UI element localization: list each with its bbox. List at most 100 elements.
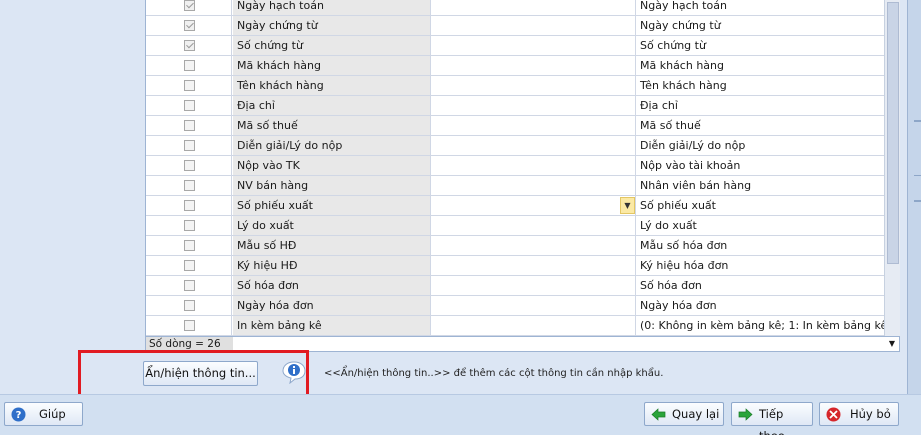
mapped-column-cell[interactable] <box>432 256 636 275</box>
row-checkbox[interactable] <box>184 100 195 111</box>
column-description-cell: Số phiếu xuất <box>637 196 886 215</box>
mapped-column-cell[interactable] <box>432 76 636 95</box>
row-checkbox-cell[interactable] <box>146 236 232 255</box>
row-checkbox-cell[interactable] <box>146 0 232 15</box>
row-checkbox[interactable] <box>184 0 195 11</box>
cancel-icon <box>826 407 841 422</box>
table-row[interactable]: Ngày hóa đơn Ngày hóa đơn <box>146 296 886 316</box>
row-checkbox[interactable] <box>184 160 195 171</box>
row-checkbox[interactable] <box>184 320 195 331</box>
row-checkbox-cell[interactable] <box>146 216 232 235</box>
column-name-cell: NV bán hàng <box>233 176 431 195</box>
column-name-cell: Số chứng từ <box>233 36 431 55</box>
table-row[interactable]: Số chứng từ Số chứng từ <box>146 36 886 56</box>
table-row[interactable]: Ký hiệu HĐ Ký hiệu hóa đơn <box>146 256 886 276</box>
column-description-cell: Ký hiệu hóa đơn <box>637 256 886 275</box>
mapped-column-cell[interactable] <box>432 276 636 295</box>
column-name-cell: Mã khách hàng <box>233 56 431 75</box>
table-row[interactable]: Lý do xuất Lý do xuất <box>146 216 886 236</box>
table-row[interactable]: Ngày chứng từ Ngày chứng từ <box>146 16 886 36</box>
mapped-column-cell[interactable] <box>432 56 636 75</box>
row-checkbox[interactable] <box>184 140 195 151</box>
arrow-right-icon <box>738 407 753 422</box>
row-checkbox[interactable] <box>184 200 195 211</box>
row-checkbox[interactable] <box>184 20 195 31</box>
hint-text: <<Ẩn/hiện thông tin..>> để thêm các cột … <box>324 368 664 379</box>
cancel-button[interactable]: Hủy bỏ <box>819 402 899 426</box>
row-checkbox-cell[interactable] <box>146 76 232 95</box>
mapped-column-cell[interactable]: ▼ <box>432 196 636 215</box>
mapped-column-cell[interactable] <box>432 156 636 175</box>
row-checkbox[interactable] <box>184 220 195 231</box>
row-checkbox[interactable] <box>184 120 195 131</box>
row-checkbox-cell[interactable] <box>146 36 232 55</box>
mapped-column-cell[interactable] <box>432 36 636 55</box>
row-checkbox[interactable] <box>184 180 195 191</box>
next-button-label: Tiếp theo <box>759 407 785 435</box>
row-checkbox-cell[interactable] <box>146 296 232 315</box>
mapped-column-cell[interactable] <box>432 0 636 15</box>
table-row[interactable]: Số hóa đơn Số hóa đơn <box>146 276 886 296</box>
row-checkbox-cell[interactable] <box>146 256 232 275</box>
table-row[interactable]: Nộp vào TK Nộp vào tài khoản <box>146 156 886 176</box>
grid-vertical-scrollbar[interactable] <box>884 0 900 336</box>
column-name-cell: Mẫu số HĐ <box>233 236 431 255</box>
help-button[interactable]: ? Giúp <box>4 402 83 426</box>
column-description-cell: Số hóa đơn <box>637 276 886 295</box>
row-checkbox-cell[interactable] <box>146 316 232 335</box>
table-row[interactable]: Số phiếu xuất ▼ Số phiếu xuất <box>146 196 886 216</box>
row-checkbox-cell[interactable] <box>146 176 232 195</box>
mapped-column-cell[interactable] <box>432 116 636 135</box>
right-edge-panel <box>908 0 921 394</box>
column-description-cell: Lý do xuất <box>637 216 886 235</box>
row-checkbox[interactable] <box>184 240 195 251</box>
column-name-cell: Ngày hóa đơn <box>233 296 431 315</box>
table-row[interactable]: Mã số thuế Mã số thuế <box>146 116 886 136</box>
column-description-cell: Số chứng từ <box>637 36 886 55</box>
column-description-cell: (0: Không in kèm bảng kê; 1: In kèm bảng… <box>637 316 886 335</box>
row-checkbox[interactable] <box>184 300 195 311</box>
column-mapping-grid: Ngày hạch toán Ngày hạch toán Ngày chứng t… <box>145 0 900 336</box>
table-row[interactable]: Mẫu số HĐ Mẫu số hóa đơn <box>146 236 886 256</box>
table-row[interactable]: Ngày hạch toán Ngày hạch toán <box>146 0 886 16</box>
column-name-cell: Tên khách hàng <box>233 76 431 95</box>
scrollbar-thumb[interactable] <box>887 2 899 264</box>
row-checkbox-cell[interactable] <box>146 56 232 75</box>
chevron-down-icon[interactable]: ▼ <box>620 197 635 214</box>
next-button[interactable]: Tiếp theo <box>731 402 813 435</box>
mapped-column-cell[interactable] <box>432 316 636 335</box>
row-checkbox-cell[interactable] <box>146 116 232 135</box>
column-description-cell: Ngày hạch toán <box>637 0 886 15</box>
row-checkbox[interactable] <box>184 40 195 51</box>
mapped-column-cell[interactable] <box>432 96 636 115</box>
mapped-column-cell[interactable] <box>432 136 636 155</box>
row-checkbox-cell[interactable] <box>146 196 232 215</box>
row-checkbox-cell[interactable] <box>146 16 232 35</box>
mapped-column-cell[interactable] <box>432 296 636 315</box>
back-button[interactable]: Quay lại <box>644 402 724 426</box>
row-count-label: Số dòng = 26 <box>146 337 233 351</box>
row-checkbox[interactable] <box>184 280 195 291</box>
arrow-left-icon <box>651 407 666 422</box>
table-row[interactable]: In kèm bảng kê (0: Không in kèm bảng kê; … <box>146 316 886 336</box>
row-checkbox[interactable] <box>184 60 195 71</box>
mapped-column-cell[interactable] <box>432 176 636 195</box>
column-description-cell: Nhân viên bán hàng <box>637 176 886 195</box>
table-row[interactable]: Địa chỉ Địa chỉ <box>146 96 886 116</box>
row-checkbox[interactable] <box>184 260 195 271</box>
row-checkbox-cell[interactable] <box>146 156 232 175</box>
mapped-column-cell[interactable] <box>432 216 636 235</box>
column-description-cell: Ngày hóa đơn <box>637 296 886 315</box>
table-row[interactable]: NV bán hàng Nhân viên bán hàng <box>146 176 886 196</box>
mapped-column-cell[interactable] <box>432 16 636 35</box>
chevron-down-icon[interactable]: ▼ <box>886 338 898 350</box>
table-row[interactable]: Mã khách hàng Mã khách hàng <box>146 56 886 76</box>
row-checkbox-cell[interactable] <box>146 96 232 115</box>
row-checkbox-cell[interactable] <box>146 136 232 155</box>
table-row[interactable]: Diễn giải/Lý do nộp Diễn giải/Lý do nộp <box>146 136 886 156</box>
row-checkbox[interactable] <box>184 80 195 91</box>
mapped-column-cell[interactable] <box>432 236 636 255</box>
table-row[interactable]: Tên khách hàng Tên khách hàng <box>146 76 886 96</box>
highlight-box <box>78 350 309 398</box>
row-checkbox-cell[interactable] <box>146 276 232 295</box>
